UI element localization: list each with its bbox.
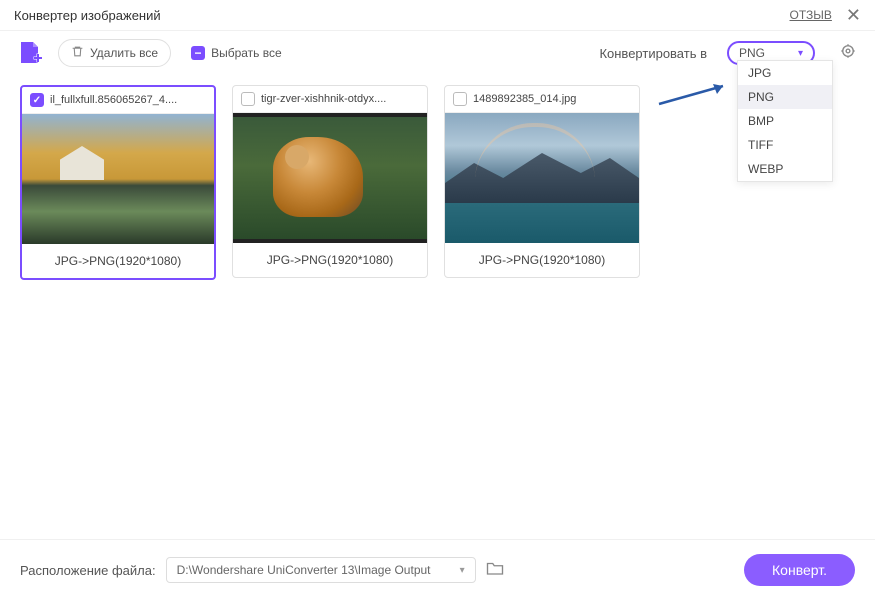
file-location-label: Расположение файла: — [20, 563, 156, 578]
dropdown-item-jpg[interactable]: JPG — [738, 61, 832, 85]
card-thumbnail — [22, 114, 214, 244]
dropdown-item-png[interactable]: PNG — [738, 85, 832, 109]
select-all-icon: − — [191, 46, 205, 60]
card-checkbox[interactable] — [453, 92, 467, 106]
card-header: il_fullxfull.856065267_4.... — [22, 87, 214, 114]
open-folder-button[interactable] — [486, 560, 504, 581]
select-all-label: Выбрать все — [211, 46, 282, 60]
card-filename: tigr-zver-xishhnik-otdyx.... — [261, 93, 386, 105]
card-header: tigr-zver-xishhnik-otdyx.... — [233, 86, 427, 113]
settings-icon[interactable] — [839, 42, 857, 65]
feedback-link[interactable]: ОТЗЫВ — [790, 8, 832, 22]
chevron-down-icon: ▾ — [798, 48, 803, 59]
card-thumbnail — [445, 113, 639, 243]
add-file-button[interactable] — [18, 40, 42, 66]
card-checkbox[interactable] — [241, 92, 255, 106]
card-filename: 1489892385_014.jpg — [473, 93, 576, 105]
card-conversion-info: JPG->PNG(1920*1080) — [445, 243, 639, 277]
select-all-button[interactable]: − Выбрать все — [187, 41, 294, 65]
convert-to-label: Конвертировать в — [599, 46, 707, 61]
card-filename: il_fullxfull.856065267_4.... — [50, 94, 177, 106]
output-path-value: D:\Wondershare UniConverter 13\Image Out… — [177, 563, 431, 577]
image-card[interactable]: 1489892385_014.jpg JPG->PNG(1920*1080) — [444, 85, 640, 278]
trash-icon — [71, 45, 84, 61]
image-card[interactable]: tigr-zver-xishhnik-otdyx.... JPG->PNG(19… — [232, 85, 428, 278]
chevron-down-icon: ▾ — [460, 565, 465, 576]
dropdown-item-tiff[interactable]: TIFF — [738, 133, 832, 157]
close-icon[interactable]: ✕ — [846, 6, 861, 24]
convert-button[interactable]: Конверт. — [744, 554, 855, 586]
card-header: 1489892385_014.jpg — [445, 86, 639, 113]
delete-all-label: Удалить все — [90, 46, 158, 60]
output-path-select[interactable]: D:\Wondershare UniConverter 13\Image Out… — [166, 557, 476, 583]
format-selected-value: PNG — [739, 46, 765, 60]
format-dropdown: JPG PNG BMP TIFF WEBP — [737, 60, 833, 182]
delete-all-button[interactable]: Удалить все — [58, 39, 171, 67]
add-file-icon — [18, 40, 42, 66]
app-title: Конвертер изображений — [14, 8, 161, 23]
card-thumbnail — [233, 113, 427, 243]
image-card[interactable]: il_fullxfull.856065267_4.... JPG->PNG(19… — [20, 85, 216, 280]
dropdown-item-bmp[interactable]: BMP — [738, 109, 832, 133]
titlebar: Конвертер изображений ОТЗЫВ ✕ — [0, 0, 875, 31]
footer: Расположение файла: D:\Wondershare UniCo… — [0, 539, 875, 600]
card-conversion-info: JPG->PNG(1920*1080) — [233, 243, 427, 277]
titlebar-right: ОТЗЫВ ✕ — [790, 6, 862, 24]
card-conversion-info: JPG->PNG(1920*1080) — [22, 244, 214, 278]
card-checkbox[interactable] — [30, 93, 44, 107]
dropdown-item-webp[interactable]: WEBP — [738, 157, 832, 181]
